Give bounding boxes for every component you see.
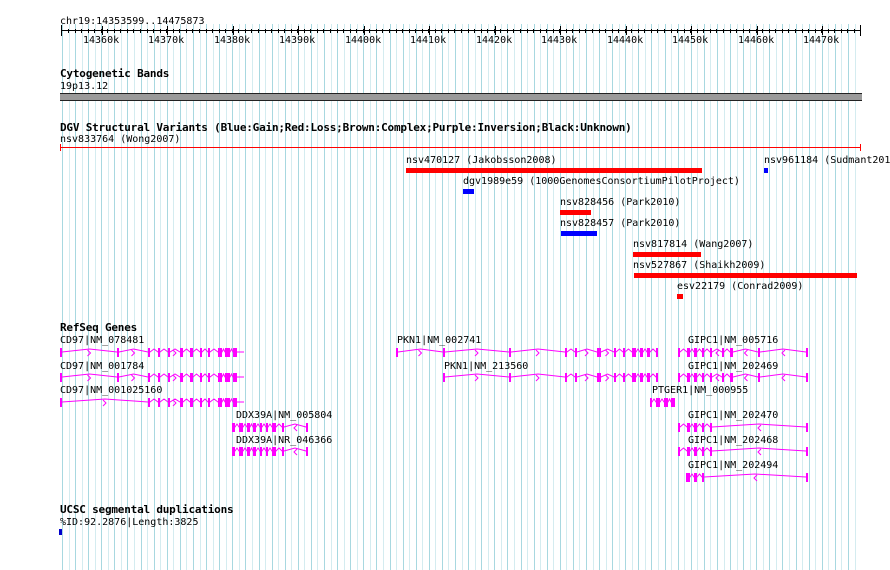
- gene-label: CD97|NM_001025160: [60, 385, 163, 396]
- gene-model[interactable]: [678, 348, 808, 357]
- gene-model[interactable]: [232, 422, 308, 432]
- gene-label: DDX39A|NM_005804: [236, 410, 333, 421]
- gene-model[interactable]: [396, 348, 658, 357]
- gene-label: PTGER1|NM_000955: [652, 385, 749, 396]
- gene-model[interactable]: [678, 423, 808, 432]
- gene-label: GIPC1|NM_202469: [688, 361, 779, 372]
- gene-label: GIPC1|NM_202470: [688, 410, 779, 421]
- segdup-track-title: UCSC segmental duplications: [60, 503, 234, 516]
- gene-label: GIPC1|NM_202494: [688, 460, 779, 471]
- gene-model[interactable]: [60, 347, 244, 357]
- gene-label: GIPC1|NM_202468: [688, 435, 779, 446]
- gene-label: PKN1|NM_002741: [397, 335, 482, 346]
- gene-model[interactable]: [650, 397, 675, 407]
- gene-label: PKN1|NM_213560: [444, 361, 529, 372]
- refseq-gene-models[interactable]: [0, 0, 890, 570]
- gene-model[interactable]: [678, 447, 808, 456]
- gene-label: DDX39A|NR_046366: [236, 435, 333, 446]
- gene-model[interactable]: [686, 473, 808, 482]
- gene-model[interactable]: [60, 397, 244, 407]
- gene-model[interactable]: [443, 373, 658, 382]
- gene-model[interactable]: [232, 446, 308, 456]
- gene-model[interactable]: [678, 373, 808, 382]
- segdup-feature[interactable]: [59, 529, 62, 535]
- gene-label: GIPC1|NM_005716: [688, 335, 779, 346]
- segdup-label: %ID:92.2876|Length:3825: [60, 517, 199, 528]
- gene-model[interactable]: [60, 372, 244, 382]
- gene-label: CD97|NM_001784: [60, 361, 145, 372]
- gene-label: CD97|NM_078481: [60, 335, 145, 346]
